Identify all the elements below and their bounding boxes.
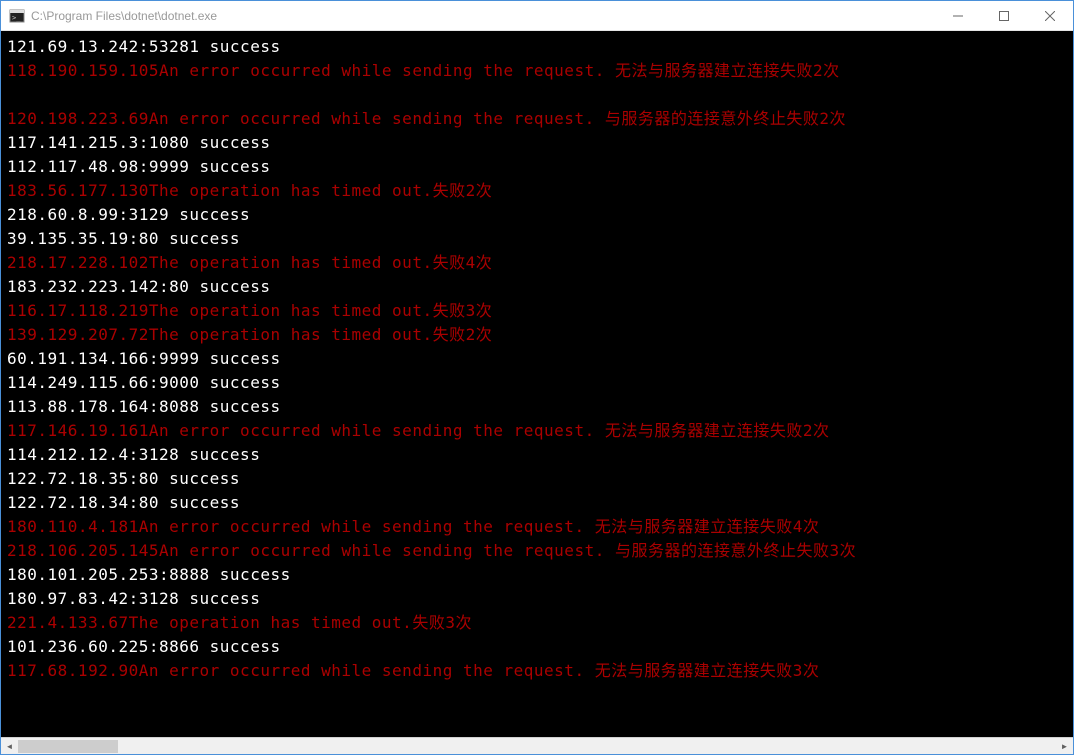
- minimize-button[interactable]: [935, 1, 981, 30]
- console-line: 114.212.12.4:3128 success: [7, 443, 1067, 467]
- horizontal-scrollbar[interactable]: ◄ ►: [1, 737, 1073, 754]
- window-controls: [935, 1, 1073, 30]
- scroll-thumb[interactable]: [18, 740, 118, 753]
- console-line: 118.190.159.105An error occurred while s…: [7, 59, 1067, 83]
- console-line: 117.68.192.90An error occurred while sen…: [7, 659, 1067, 683]
- console-line: 114.249.115.66:9000 success: [7, 371, 1067, 395]
- console-output[interactable]: 121.69.13.242:53281 success118.190.159.1…: [1, 31, 1073, 737]
- console-line: 139.129.207.72The operation has timed ou…: [7, 323, 1067, 347]
- console-line: 117.146.19.161An error occurred while se…: [7, 419, 1067, 443]
- console-line: 180.110.4.181An error occurred while sen…: [7, 515, 1067, 539]
- console-line: 221.4.133.67The operation has timed out.…: [7, 611, 1067, 635]
- close-button[interactable]: [1027, 1, 1073, 30]
- console-window: >_ C:\Program Files\dotnet\dotnet.exe 12…: [0, 0, 1074, 755]
- console-line: 183.56.177.130The operation has timed ou…: [7, 179, 1067, 203]
- console-line: 112.117.48.98:9999 success: [7, 155, 1067, 179]
- console-line: 39.135.35.19:80 success: [7, 227, 1067, 251]
- console-line: 101.236.60.225:8866 success: [7, 635, 1067, 659]
- console-line: 60.191.134.166:9999 success: [7, 347, 1067, 371]
- console-line: 218.106.205.145An error occurred while s…: [7, 539, 1067, 563]
- app-icon: >_: [9, 8, 25, 24]
- console-line: 183.232.223.142:80 success: [7, 275, 1067, 299]
- scroll-right-arrow[interactable]: ►: [1056, 738, 1073, 755]
- svg-text:>_: >_: [12, 14, 21, 22]
- scroll-left-arrow[interactable]: ◄: [1, 738, 18, 755]
- console-line: 218.60.8.99:3129 success: [7, 203, 1067, 227]
- console-line: 122.72.18.34:80 success: [7, 491, 1067, 515]
- console-line: 218.17.228.102The operation has timed ou…: [7, 251, 1067, 275]
- console-line: 120.198.223.69An error occurred while se…: [7, 107, 1067, 131]
- console-line: 121.69.13.242:53281 success: [7, 35, 1067, 59]
- maximize-button[interactable]: [981, 1, 1027, 30]
- console-line: 180.97.83.42:3128 success: [7, 587, 1067, 611]
- console-line: 122.72.18.35:80 success: [7, 467, 1067, 491]
- console-line: 116.17.118.219The operation has timed ou…: [7, 299, 1067, 323]
- window-title: C:\Program Files\dotnet\dotnet.exe: [31, 9, 935, 23]
- console-line: 113.88.178.164:8088 success: [7, 395, 1067, 419]
- titlebar[interactable]: >_ C:\Program Files\dotnet\dotnet.exe: [1, 1, 1073, 31]
- console-line: 117.141.215.3:1080 success: [7, 131, 1067, 155]
- console-line: [7, 83, 1067, 107]
- console-line: 180.101.205.253:8888 success: [7, 563, 1067, 587]
